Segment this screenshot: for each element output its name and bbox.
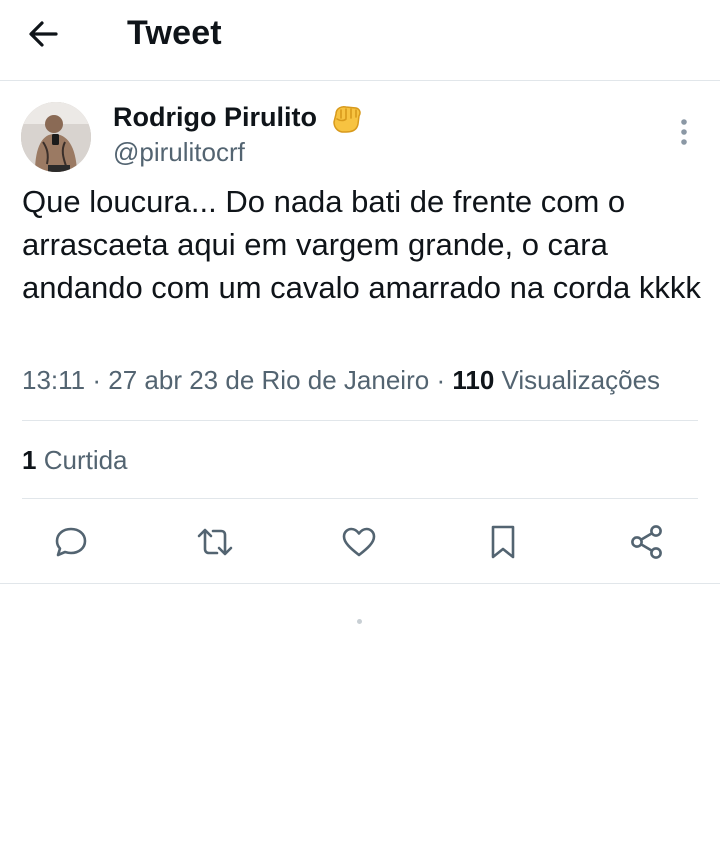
meta-separator: · <box>92 365 102 395</box>
bookmark-button[interactable] <box>477 516 529 568</box>
author-name[interactable]: Rodrigo Pirulito <box>113 102 317 133</box>
divider <box>22 420 698 421</box>
top-bar: Tweet <box>0 0 720 81</box>
likes-count: 1 <box>22 445 37 475</box>
avatar-photo <box>21 102 91 172</box>
tweet-location: de Rio de Janeiro <box>225 365 430 395</box>
tweet-time: 13:11 <box>22 365 86 395</box>
likes-label: Curtida <box>43 445 128 475</box>
more-vertical-icon <box>681 119 687 145</box>
share-icon <box>631 525 662 559</box>
retweet-icon <box>197 528 233 556</box>
arrow-left-icon <box>29 21 58 47</box>
bookmark-icon <box>491 525 515 559</box>
reply-icon <box>55 527 87 557</box>
tweet-text: Que loucura... Do nada bati de frente co… <box>22 184 701 305</box>
like-button[interactable] <box>333 516 385 568</box>
divider <box>22 498 698 499</box>
avatar[interactable] <box>21 102 91 172</box>
loading-dot <box>357 619 362 624</box>
page-title: Tweet <box>127 14 222 52</box>
more-options-button[interactable] <box>670 114 698 150</box>
author-handle[interactable]: @pirulitocrf <box>113 137 245 168</box>
divider <box>0 583 720 584</box>
back-button[interactable] <box>26 14 74 54</box>
reply-button[interactable] <box>45 516 97 568</box>
retweet-button[interactable] <box>189 516 241 568</box>
views-label: Visualizações <box>501 365 661 395</box>
meta-separator: · <box>436 365 446 395</box>
tweet-metadata: 13:11 · 27 abr 23 de Rio de Janeiro · 11… <box>22 365 660 396</box>
likes-summary[interactable]: 1 Curtida <box>22 445 128 476</box>
fist-emoji-icon <box>328 100 364 136</box>
share-button[interactable] <box>621 516 673 568</box>
tweet-date: 27 abr 23 <box>108 365 219 395</box>
views-count: 110 <box>452 365 495 395</box>
heart-icon <box>342 527 376 557</box>
tweet-actions <box>0 516 720 568</box>
